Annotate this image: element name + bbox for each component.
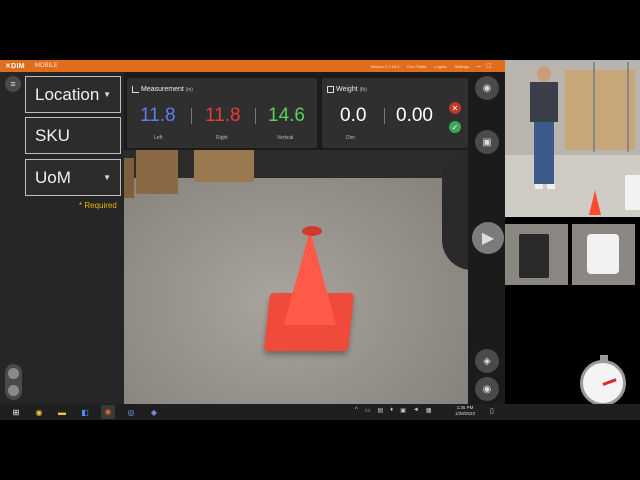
app-logo: ✕DIM (5, 63, 25, 70)
chevron-down-icon: ▼ (103, 90, 111, 99)
toggle-dot-icon (8, 368, 19, 379)
notification-icon[interactable]: ▯ (490, 407, 494, 415)
camera-feed (124, 150, 468, 404)
cancel-button[interactable]: ✕ (449, 102, 461, 114)
measurement-panel: Measurement (in) 11.8 11.8 14.6 Left Rig… (127, 78, 317, 148)
hamburger-icon[interactable]: ≡ (5, 76, 21, 92)
windows-taskbar: ⊞ ◉ ▬ ◧ ✺ ◎ ◆ 1:35 PM 1/28/2023 ^ ▭ ▤ ♦ … (0, 404, 640, 420)
edge-icon[interactable]: ◎ (124, 405, 138, 419)
trash-can-thumbnail[interactable] (505, 224, 568, 285)
weight-value: 0.00 (396, 105, 433, 126)
dim-label: Dim (346, 135, 355, 141)
minimize-icon[interactable]: – (477, 63, 481, 70)
location-dropdown[interactable]: Location ▼ (25, 76, 121, 113)
layers-icon[interactable]: ◈ (475, 349, 499, 373)
maximize-icon[interactable]: □ (487, 63, 491, 70)
left-label: Left (154, 135, 163, 141)
toggle-dot-icon (8, 385, 19, 396)
location-label: Location (35, 84, 100, 104)
camera-toggle[interactable] (5, 364, 22, 400)
dev-fields-link[interactable]: Dev Fields (407, 64, 426, 69)
version-label: Version 2.7.16.0 (370, 63, 400, 69)
eye-icon[interactable]: ◉ (475, 377, 499, 401)
windows-icon[interactable]: ⊞ (9, 405, 23, 419)
dim-value: 0.0 (340, 105, 367, 126)
ruler-icon (132, 86, 139, 93)
weight-panel: Weight (lb) 0.0 0.00 Dim (322, 78, 468, 148)
app-title-bar: ✕DIM MOBILE Version 2.7.16.0 Dev Fields … (0, 60, 505, 72)
sku-label: SKU (35, 125, 70, 145)
play-icon[interactable]: ▶ (472, 222, 504, 254)
network-icon[interactable]: ▤ (378, 407, 384, 414)
required-note: * Required (79, 201, 117, 210)
uom-label: UoM (35, 167, 71, 187)
logout-link[interactable]: Logout (434, 64, 446, 69)
taskbar-clock[interactable]: 1:35 PM 1/28/2023 (455, 405, 475, 417)
battery-icon[interactable]: ▭ (365, 407, 371, 414)
speaker-icon[interactable]: ◄ (413, 407, 419, 414)
teams-icon[interactable]: ◆ (147, 405, 161, 419)
bucket-thumbnail[interactable] (572, 224, 635, 285)
measurement-title: Measurement (in) (141, 86, 193, 93)
vertical-label: Vertical (277, 135, 294, 141)
keyboard-icon[interactable]: ▦ (426, 407, 432, 414)
folder-icon[interactable]: ▬ (55, 405, 69, 419)
microphone-icon[interactable]: ♦ (390, 407, 393, 414)
overview-camera-view (505, 60, 640, 217)
app-mode-label: MOBILE (34, 63, 58, 69)
sku-field[interactable]: SKU (25, 117, 121, 154)
weight-title: Weight (lb) (336, 86, 367, 93)
camera-capture-icon[interactable]: ◉ (475, 76, 499, 100)
vertical-value: 14.6 (268, 105, 305, 126)
right-label: Right (216, 135, 228, 141)
snapshot-icon[interactable]: ▣ (475, 130, 499, 154)
uom-dropdown[interactable]: UoM ▼ (25, 159, 121, 196)
camera-icon[interactable]: ▣ (400, 407, 406, 414)
chevron-up-icon[interactable]: ^ (355, 407, 358, 414)
settings-link[interactable]: Settings (454, 64, 468, 69)
store-icon[interactable]: ◧ (78, 405, 92, 419)
accept-button[interactable]: ✓ (449, 121, 461, 133)
xdim-app-icon[interactable]: ✺ (101, 405, 115, 419)
right-value: 11.8 (205, 105, 241, 126)
scale-icon (327, 86, 334, 93)
left-value: 11.8 (140, 105, 176, 126)
chrome-icon[interactable]: ◉ (32, 405, 46, 419)
chevron-down-icon: ▼ (103, 173, 111, 182)
stopwatch-icon (580, 355, 626, 406)
